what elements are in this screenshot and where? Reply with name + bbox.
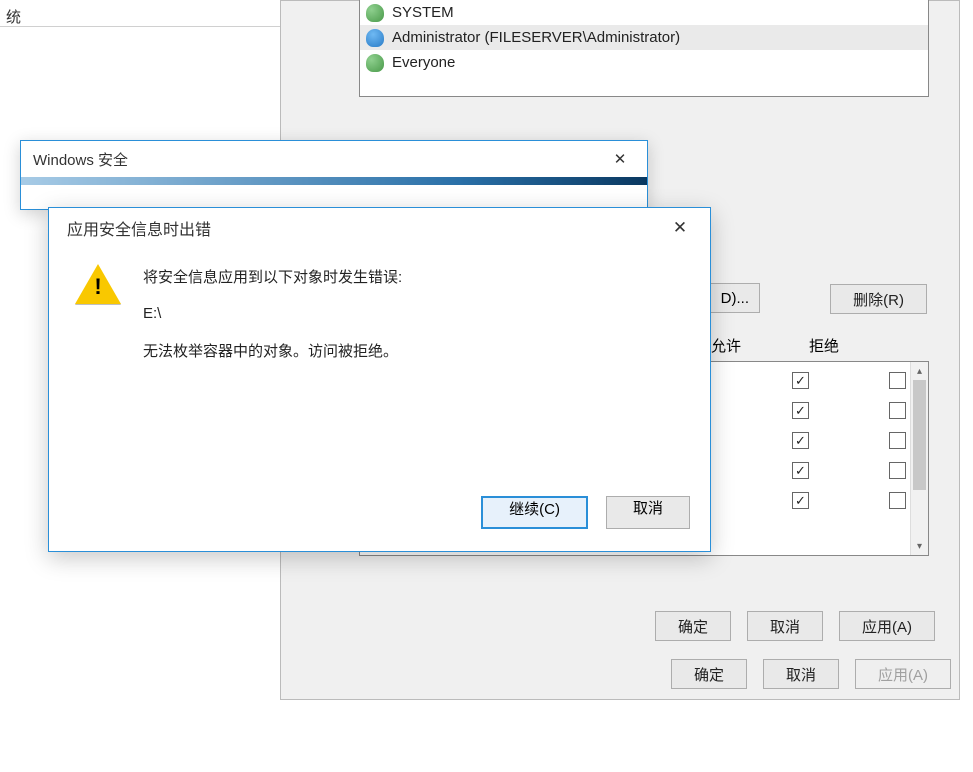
outer-dialog-button-bar: 确定 取消 应用(A) [671, 659, 951, 689]
separator [0, 26, 285, 27]
add-button-partial[interactable]: D)... [705, 283, 760, 313]
apply-button: 应用(A) [855, 659, 951, 689]
error-dialog-buttons: 继续(C) 取消 [481, 496, 690, 529]
permission-row [792, 462, 906, 479]
deny-header: 拒绝 [809, 335, 839, 356]
error-dialog: 应用安全信息时出错 ✕ ! 将安全信息应用到以下对象时发生错误: E:\ 无法枚… [48, 207, 711, 552]
allow-header: 允许 [711, 335, 741, 356]
cancel-button[interactable]: 取消 [763, 659, 839, 689]
close-icon[interactable]: ✕ [658, 213, 702, 243]
titlebar: 应用安全信息时出错 ✕ [49, 208, 710, 248]
cancel-button[interactable]: 取消 [606, 496, 690, 529]
group-icon [366, 54, 384, 72]
error-path: E:\ [143, 305, 402, 322]
deny-checkbox[interactable] [889, 462, 906, 479]
cancel-button[interactable]: 取消 [747, 611, 823, 641]
inner-dialog-button-bar: 确定 取消 应用(A) [655, 611, 935, 641]
allow-checkbox[interactable] [792, 372, 809, 389]
allow-checkbox[interactable] [792, 462, 809, 479]
dialog-title: Windows 安全 [33, 149, 128, 170]
remove-button[interactable]: 删除(R) [830, 284, 927, 314]
list-item-label: SYSTEM [392, 4, 454, 21]
apply-button[interactable]: 应用(A) [839, 611, 935, 641]
permission-column-headers: 允许 拒绝 [711, 335, 839, 356]
windows-security-dialog: Windows 安全 ✕ [20, 140, 648, 210]
warning-icon: ! [75, 264, 121, 306]
continue-button[interactable]: 继续(C) [481, 496, 588, 529]
permission-row [792, 372, 906, 389]
ok-button[interactable]: 确定 [655, 611, 731, 641]
scroll-down-icon[interactable]: ▾ [911, 537, 928, 555]
error-line2: 无法枚举容器中的对象。访问被拒绝。 [143, 340, 402, 361]
deny-checkbox[interactable] [889, 492, 906, 509]
list-item[interactable]: Administrator (FILESERVER\Administrator) [360, 25, 928, 50]
close-icon[interactable]: ✕ [599, 145, 641, 173]
list-item-label: Everyone [392, 54, 455, 71]
group-icon [366, 4, 384, 22]
deny-checkbox[interactable] [889, 402, 906, 419]
error-message: 将安全信息应用到以下对象时发生错误: E:\ 无法枚举容器中的对象。访问被拒绝。 [143, 262, 402, 361]
deny-checkbox[interactable] [889, 372, 906, 389]
error-line1: 将安全信息应用到以下对象时发生错误: [143, 266, 402, 287]
add-remove-button-bar: 删除(R) [830, 284, 927, 314]
scroll-up-icon[interactable]: ▴ [911, 362, 928, 380]
permission-row [792, 432, 906, 449]
permission-row [792, 492, 906, 509]
list-item[interactable]: Everyone [360, 50, 928, 75]
principals-list[interactable]: SYSTEM Administrator (FILESERVER\Adminis… [359, 0, 929, 97]
dialog-title: 应用安全信息时出错 [67, 216, 211, 240]
list-item[interactable]: SYSTEM [360, 0, 928, 25]
ok-button[interactable]: 确定 [671, 659, 747, 689]
list-item-label: Administrator (FILESERVER\Administrator) [392, 29, 680, 46]
permission-row [792, 402, 906, 419]
scrollbar[interactable]: ▴ ▾ [910, 362, 928, 555]
titlebar: Windows 安全 ✕ [21, 141, 647, 177]
scroll-thumb[interactable] [913, 380, 926, 490]
deny-checkbox[interactable] [889, 432, 906, 449]
user-icon [366, 29, 384, 47]
allow-checkbox[interactable] [792, 432, 809, 449]
allow-checkbox[interactable] [792, 402, 809, 419]
progress-gradient [21, 177, 647, 185]
allow-checkbox[interactable] [792, 492, 809, 509]
